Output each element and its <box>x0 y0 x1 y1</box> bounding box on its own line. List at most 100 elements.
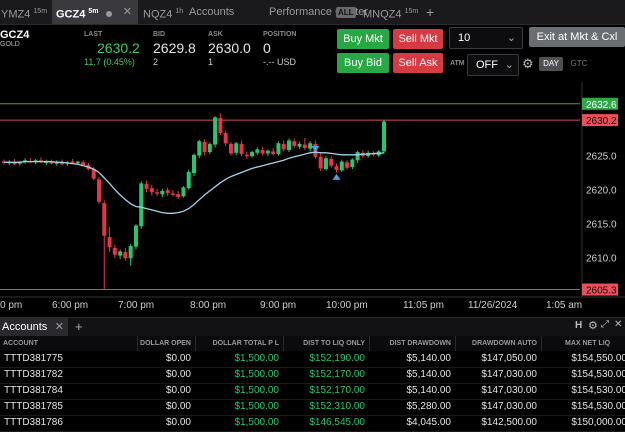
buy-bid-button[interactable]: Buy Bid <box>337 53 389 73</box>
cell-dollar-total-pl: $1,500.00 <box>234 369 280 380</box>
ask-price: 2630.0 <box>208 40 251 56</box>
tab-mnqz4[interactable]: MNQZ4 15m <box>363 0 423 24</box>
sell-ask-button[interactable]: Sell Ask <box>393 53 443 73</box>
candle-body <box>302 144 307 148</box>
gear-icon[interactable]: ⚙ <box>522 56 534 72</box>
tif-day-toggle[interactable]: DAY <box>539 57 563 71</box>
atm-select[interactable]: OFF ⌄ <box>467 54 519 76</box>
candle-body <box>149 188 154 193</box>
x-tick-label: 1:05 am <box>546 300 582 311</box>
last-price: 2630.2 <box>97 40 140 56</box>
candle-body <box>281 143 286 150</box>
candle-body <box>223 133 228 144</box>
col-dist-to-liq[interactable]: DIST TO LIQ ONLY <box>283 336 369 351</box>
tab-gcz4[interactable]: GCZ4 5m ✕ <box>52 0 138 24</box>
cell-drawdown-auto: $147,030.00 <box>481 401 537 412</box>
chevron-down-icon: ⌄ <box>506 32 516 44</box>
add-tab-button[interactable]: + <box>426 0 440 24</box>
cell-account-id: TTTD381782 <box>4 369 63 380</box>
col-dollar-total-pl[interactable]: DOLLAR TOTAL P L <box>195 336 283 351</box>
y-tick-label: 2615.0 <box>586 220 617 231</box>
candle-body <box>339 161 344 171</box>
atm-value: OFF <box>476 59 498 71</box>
tif-gtc-toggle[interactable]: GTC <box>567 57 591 71</box>
x-tick-label: 9:00 pm <box>260 300 296 311</box>
cell-dist-drawdown: $5,140.00 <box>406 385 452 396</box>
candle-body <box>318 156 323 169</box>
exit-at-market-cancel-button[interactable]: Exit at Mkt & Cxl <box>529 27 625 47</box>
cell-dist-to-liq: $152,170.00 <box>309 369 365 380</box>
candle-body <box>102 203 107 236</box>
y-tick-label: 2610.0 <box>586 254 617 265</box>
candle-body <box>181 187 186 197</box>
col-drawdown-auto[interactable]: DRAWDOWN AUTO <box>455 336 541 351</box>
ask-size: 1 <box>208 57 214 67</box>
expand-icon[interactable]: ⤢ <box>601 319 609 330</box>
price-tag-label: 2605.3 <box>586 286 617 297</box>
cell-dollar-total-pl: $1,500.00 <box>234 353 280 364</box>
candle-body <box>239 143 244 155</box>
cell-account-id: TTTD381785 <box>4 401 63 412</box>
cell-dollar-total-pl: $1,500.00 <box>234 417 280 428</box>
x-tick-label: 11:05 pm <box>403 300 444 311</box>
x-tick-label: 7:00 pm <box>118 300 154 311</box>
y-tick-label: 2625.0 <box>586 151 617 162</box>
cell-drawdown-auto: $142,500.00 <box>481 417 537 428</box>
candle-body <box>350 159 355 168</box>
quantity-select[interactable]: 10 ⌄ <box>449 27 523 49</box>
candle-body <box>329 158 334 166</box>
candle-body <box>133 225 138 247</box>
col-dist-drawdown[interactable]: DIST DRAWDOWN <box>369 336 455 351</box>
accounts-table-header: ACCOUNT DOLLAR OPEN DOLLAR TOTAL P L DIS… <box>0 336 625 351</box>
cell-dollar-total-pl: $1,500.00 <box>234 401 280 412</box>
cell-dollar-open: $0.00 <box>165 369 191 380</box>
cell-drawdown-auto: $147,030.00 <box>481 369 537 380</box>
candle-body <box>176 194 181 197</box>
tab-accounts[interactable]: Accounts <box>189 0 253 24</box>
cell-account-id: TTTD381784 <box>4 385 63 396</box>
accounts-tab[interactable]: Accounts ✕ <box>0 318 68 336</box>
candle-body <box>334 166 339 170</box>
col-account[interactable]: ACCOUNT <box>0 336 137 351</box>
tab-label: GCZ4 <box>56 8 86 21</box>
table-row[interactable]: TTTD381784 $0.00 $1,500.00 $152,170.00 $5,14… <box>0 383 625 400</box>
tab-label: Accounts <box>189 6 235 18</box>
table-row[interactable]: TTTD381786 $0.00 $1,500.00 $146,545.00 $4,04… <box>0 415 625 432</box>
chart-background <box>0 82 625 317</box>
candle-body <box>260 150 265 154</box>
candle-body <box>202 141 207 153</box>
cell-max-net-liq: $154,550.00 <box>571 353 625 364</box>
tab-nqz4[interactable]: NQZ4 1h <box>143 0 185 24</box>
close-tab-icon[interactable]: ✕ <box>123 0 132 24</box>
cell-dist-drawdown: $5,140.00 <box>406 353 452 364</box>
candle-body <box>218 118 223 134</box>
table-row[interactable]: TTTD381785 $0.00 $1,500.00 $152,310.00 $5,28… <box>0 399 625 416</box>
ask-label: ASK <box>208 31 223 38</box>
col-dollar-open[interactable]: DOLLAR OPEN <box>137 336 195 351</box>
sell-market-button[interactable]: Sell Mkt <box>393 29 443 49</box>
x-tick-label: 6:00 pm <box>52 300 88 311</box>
cell-dist-drawdown: $5,140.00 <box>406 369 452 380</box>
close-icon[interactable]: ✕ <box>55 318 64 336</box>
buy-market-button[interactable]: Buy Mkt <box>337 29 389 49</box>
candle-body <box>250 152 255 157</box>
tab-timeframe: 5m <box>88 8 99 15</box>
tab-ymz4[interactable]: YMZ4 15m <box>0 0 51 24</box>
close-icon[interactable]: ✕ <box>614 319 622 330</box>
candle-body <box>276 143 281 155</box>
candle-body <box>139 183 144 227</box>
add-panel-button[interactable]: + <box>75 318 83 336</box>
layout-h-icon[interactable]: H <box>575 320 582 331</box>
table-row[interactable]: TTTD381775 $0.00 $1,500.00 $152,190.00 $5,14… <box>0 351 625 368</box>
tab-label: MNQZ4 <box>363 8 402 21</box>
candle-body <box>75 161 80 163</box>
gear-icon[interactable]: ⚙ <box>588 319 598 332</box>
table-row[interactable]: TTTD381782 $0.00 $1,500.00 $152,170.00 $5,14… <box>0 367 625 384</box>
quantity-value: 10 <box>458 32 471 44</box>
candle-body <box>345 162 350 168</box>
cell-dist-to-liq: $152,310.00 <box>309 401 365 412</box>
candle-body <box>192 154 196 174</box>
y-tick-label: 2620.0 <box>586 186 617 197</box>
col-max-net-liq[interactable]: MAX NET LIQ <box>541 336 625 351</box>
candlestick-chart[interactable]: 2625.0 2620.0 2615.0 2610.0 0 pm 6:00 pm 7:00… <box>0 82 625 317</box>
